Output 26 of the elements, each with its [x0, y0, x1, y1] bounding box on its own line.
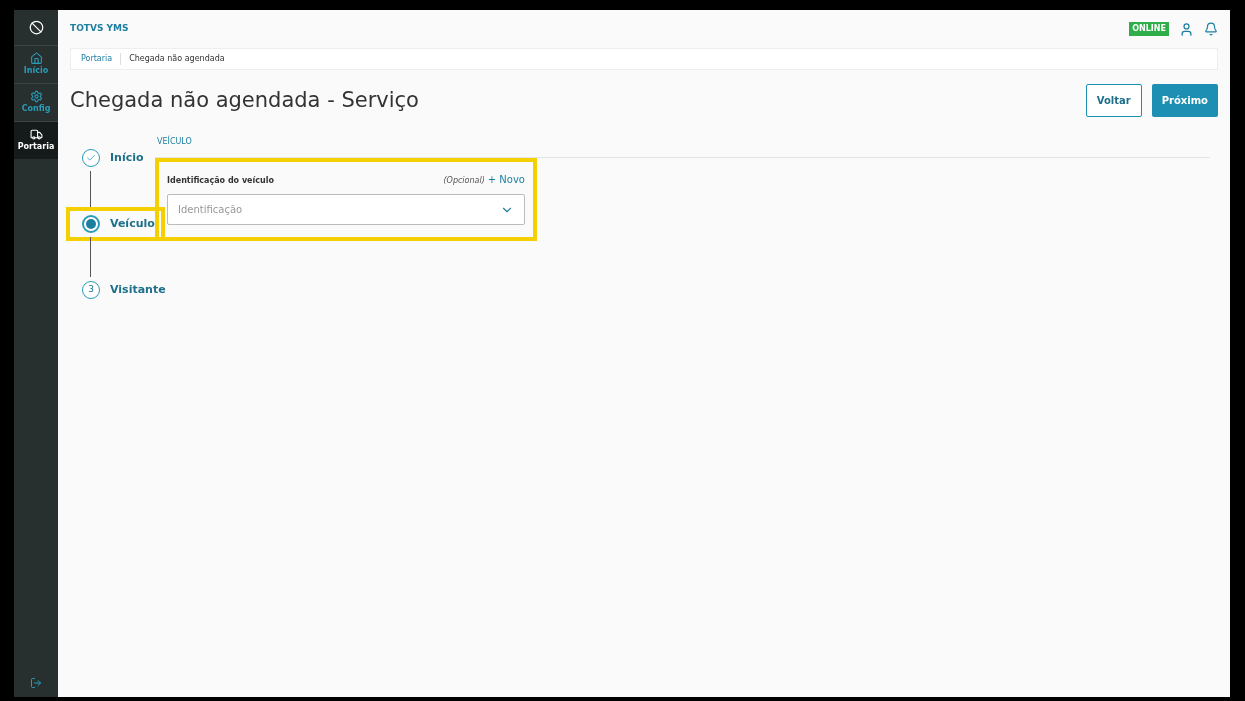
step-current-icon: [82, 215, 100, 233]
back-button[interactable]: Voltar: [1085, 84, 1142, 117]
truck-icon: [29, 128, 43, 141]
page-title: Chegada não agendada - Serviço: [70, 86, 419, 114]
breadcrumb-current: Chegada não agendada: [129, 53, 225, 65]
home-icon: [29, 52, 43, 65]
optional-label: (Opcional): [443, 175, 485, 187]
notification-icon[interactable]: [1204, 22, 1218, 36]
next-button[interactable]: Próximo: [1151, 84, 1218, 117]
sidebar-item[interactable]: Portaria: [14, 121, 58, 159]
user-icon[interactable]: [1179, 21, 1194, 37]
vehicle-select[interactable]: Identificação: [167, 194, 525, 225]
app-title: TOTVS YMS: [70, 22, 129, 36]
gear-icon: [29, 90, 43, 103]
field-label: Identificação do veículo: [167, 175, 274, 187]
logout-icon[interactable]: [30, 677, 42, 689]
section-title: VEÍCULO: [157, 137, 192, 146]
breadcrumb-link[interactable]: Portaria: [81, 53, 122, 65]
status-badge: ONLINE: [1129, 22, 1169, 36]
step-label[interactable]: Início: [110, 149, 144, 167]
step-number: 3: [82, 281, 100, 299]
logo-icon: [28, 20, 44, 35]
new-link[interactable]: + Novo: [487, 172, 525, 187]
step-label[interactable]: Visitante: [110, 281, 166, 299]
step-done-icon: [82, 149, 100, 167]
step-label[interactable]: Veículo: [110, 215, 155, 233]
